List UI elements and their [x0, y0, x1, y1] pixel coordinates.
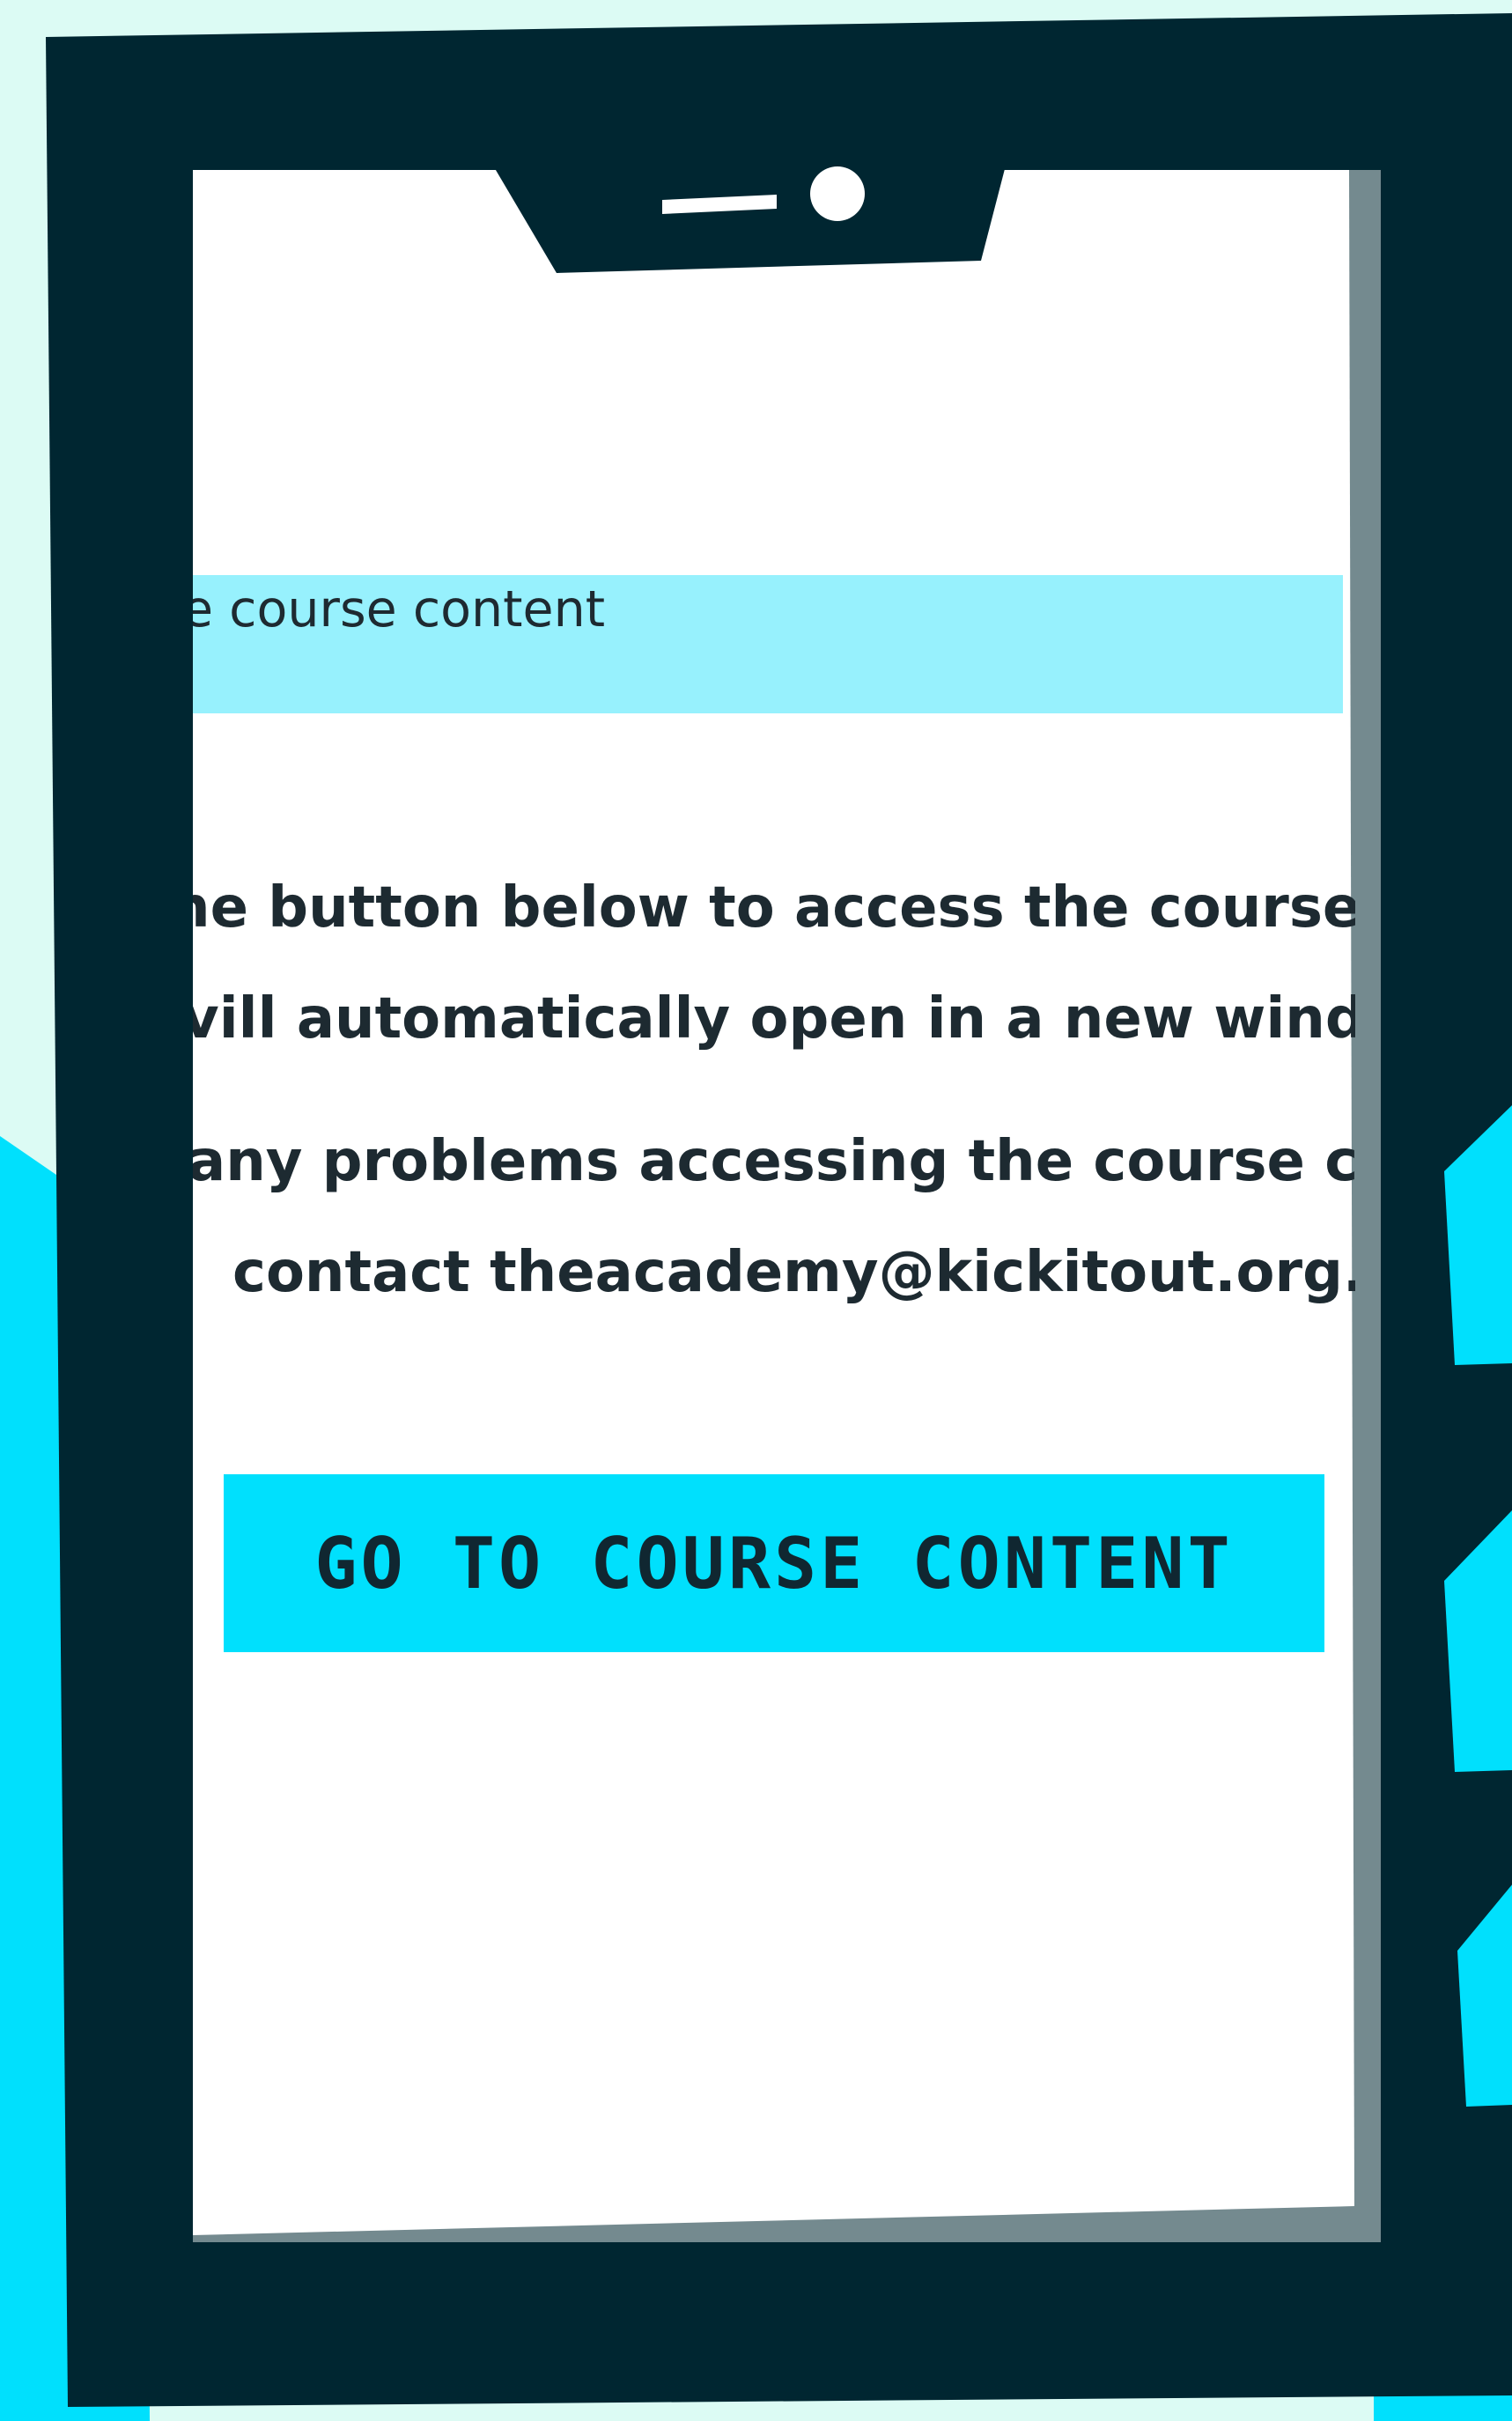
section-banner-title: e course content — [193, 580, 606, 638]
contact-email-text: contact theacademy@kickitout.org. — [232, 1240, 1355, 1305]
phone-screen: e course content he button below to acce… — [193, 170, 1355, 2229]
instructions-line-2: vill automatically open in a new window — [193, 986, 1355, 1052]
go-to-course-content-button[interactable]: GO TO COURSE CONTENT — [224, 1474, 1324, 1652]
instructions-line-3: any problems accessing the course con — [193, 1129, 1355, 1194]
instructions-line-1: he button below to access the course co — [193, 875, 1355, 941]
go-to-course-content-label: GO TO COURSE CONTENT — [314, 1522, 1234, 1605]
